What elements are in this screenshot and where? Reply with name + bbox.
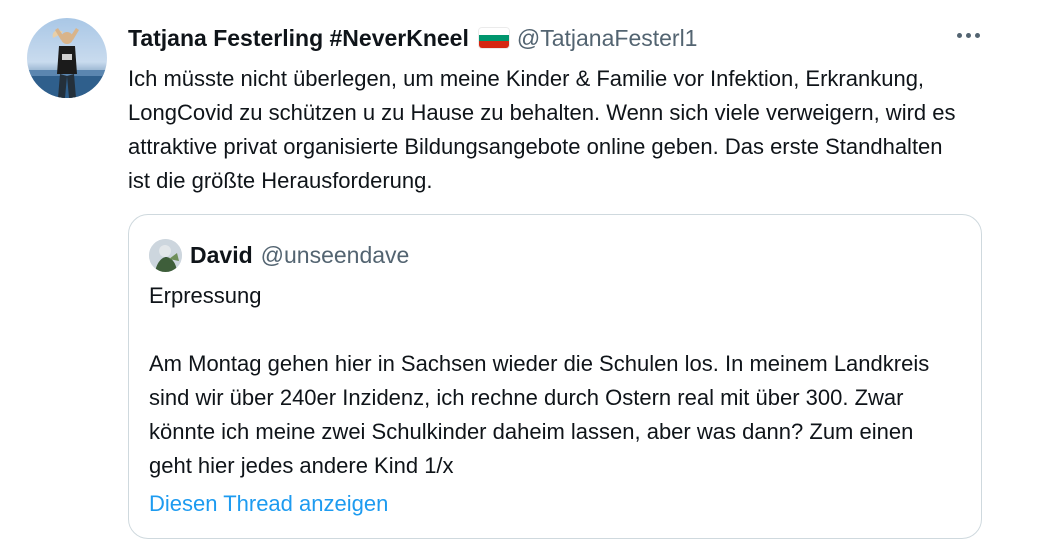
- person-photo: [27, 28, 107, 98]
- more-options-icon[interactable]: [948, 20, 988, 50]
- tweet-text: Ich müsste nicht überlegen, um meine Kin…: [128, 66, 956, 193]
- author-avatar[interactable]: [27, 18, 107, 98]
- quoted-tweet-header: David @unseendave: [149, 237, 409, 273]
- quoted-author-handle: @unseendave: [260, 241, 410, 268]
- quoted-tweet[interactable]: David @unseendave Erpressung Am Montag g…: [128, 214, 982, 539]
- quoted-author-avatar: [149, 238, 182, 272]
- person-photo: [149, 238, 182, 272]
- bulgaria-flag-icon: [478, 28, 509, 48]
- tweet-header: Tatjana Festerling #NeverKneel @TatjanaF…: [128, 20, 697, 56]
- quoted-author-name: David: [190, 241, 253, 268]
- author-handle[interactable]: @TatjanaFesterl1: [517, 25, 698, 52]
- quoted-tweet-text: Erpressung Am Montag gehen hier in Sachs…: [149, 283, 930, 478]
- author-name[interactable]: Tatjana Festerling #NeverKneel: [128, 25, 469, 52]
- show-thread-link[interactable]: Diesen Thread anzeigen: [149, 487, 388, 521]
